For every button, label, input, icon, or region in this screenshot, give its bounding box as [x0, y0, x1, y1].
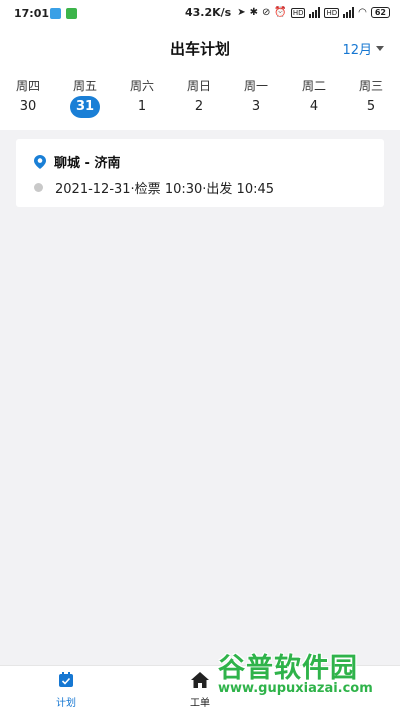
signal-5g-icon: [343, 7, 355, 18]
calendar-day-name: 周五: [72, 79, 97, 93]
calendar-day[interactable]: 周五 31: [65, 78, 105, 118]
notification-icon-wechat: [66, 8, 77, 19]
calendar-day[interactable]: 周二 4: [294, 78, 334, 118]
calendar-day[interactable]: 周四 30: [8, 78, 48, 118]
calendar-day-name: 周三: [358, 79, 383, 93]
status-time: 17:01: [14, 7, 50, 20]
alarm-icon: ⏰: [274, 7, 287, 18]
caret-down-icon: [376, 46, 384, 51]
calendar-day[interactable]: 周一 3: [236, 78, 276, 118]
trip-schedule: 2021-12-31·检票 10:30·出发 10:45: [55, 182, 275, 197]
page-title: 出车计划: [169, 40, 230, 58]
trip-route-row: 聊城 - 济南: [34, 152, 120, 171]
calendar-day-name: 周日: [186, 79, 211, 93]
calendar-day-number: 2: [194, 99, 204, 114]
notification-icon-paper-plane: [50, 8, 61, 19]
watermark-url: www.gupuxiazai.com: [218, 681, 373, 696]
calendar-check-icon: [59, 672, 73, 687]
calendar-day[interactable]: 周三 5: [351, 78, 391, 118]
location-arrow-icon: ➤: [237, 7, 246, 18]
calendar-day-number: 5: [366, 99, 376, 114]
calendar-day-number: 31: [70, 96, 100, 118]
trip-schedule-row: 2021-12-31·检票 10:30·出发 10:45: [34, 178, 274, 197]
trip-card[interactable]: 聊城 - 济南 2021-12-31·检票 10:30·出发 10:45: [16, 139, 384, 207]
plan-header: 出车计划 12月 周四 30 周五 31 周六 1 周日 2 周一 3 周二 4 周三 5: [0, 26, 400, 130]
calendar-day-name: 周四: [15, 79, 40, 93]
watermark-title: 谷普软件园: [218, 653, 358, 684]
calendar-day-number: 3: [251, 99, 261, 114]
calendar-day-name: 周二: [301, 79, 326, 93]
calendar-day-name: 周一: [243, 79, 268, 93]
week-strip: 周四 30 周五 31 周六 1 周日 2 周一 3 周二 4 周三 5: [0, 78, 400, 122]
hd-icon: HD: [290, 7, 306, 18]
mute-icon: ⊘: [261, 7, 271, 18]
clock-icon: [34, 183, 43, 192]
tab-plan-label: 计划: [56, 698, 76, 709]
status-bar: 17:01 43.2K/s ➤ ✱ ⊘ ⏰ HD HD ◠ 62: [0, 0, 400, 26]
calendar-day-number: 1: [137, 99, 147, 114]
tab-plan[interactable]: 计划: [36, 672, 96, 709]
trip-route: 聊城 - 济南: [54, 156, 121, 171]
signal-4g-icon: [309, 7, 321, 18]
month-selector[interactable]: 12月: [342, 39, 384, 58]
status-right: 43.2K/s ➤ ✱ ⊘ ⏰ HD HD ◠ 62: [185, 6, 390, 19]
network-speed: 43.2K/s: [184, 6, 232, 19]
calendar-day[interactable]: 周六 1: [122, 78, 162, 118]
calendar-day-name: 周六: [129, 79, 154, 93]
location-pin-icon: [34, 154, 46, 169]
bluetooth-icon: ✱: [249, 7, 258, 18]
home-icon: [191, 672, 209, 688]
hd-icon-2: HD: [324, 7, 340, 18]
wifi-icon: ◠: [358, 7, 367, 18]
battery-icon: 62: [370, 7, 390, 18]
calendar-day[interactable]: 周日 2: [179, 78, 219, 118]
calendar-day-number: 4: [309, 99, 319, 114]
watermark: 谷普软件园 www.gupuxiazai.com: [218, 646, 396, 708]
month-label: 12月: [342, 43, 372, 58]
calendar-day-number: 30: [19, 99, 37, 114]
